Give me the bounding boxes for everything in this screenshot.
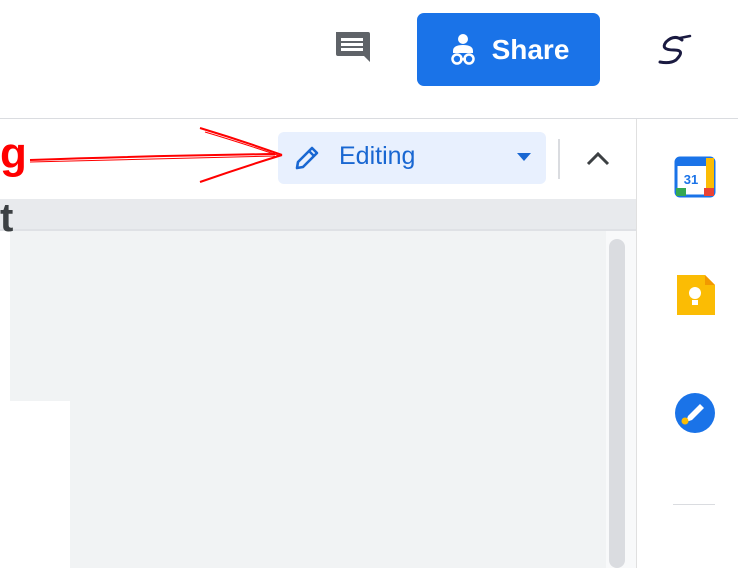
mode-switcher-button[interactable]: Editing [278, 132, 546, 184]
google-keep-icon [677, 275, 715, 315]
toolbar-divider [558, 139, 560, 179]
scrollbar-thumb[interactable] [609, 239, 625, 568]
document-canvas[interactable] [10, 231, 626, 568]
comment-icon [336, 32, 370, 62]
page-edge [10, 401, 70, 568]
annotation-arrow-icon [29, 127, 283, 183]
mode-label: Editing [339, 142, 416, 170]
annotation-secondary-text: t [0, 196, 14, 240]
ruler-bar [0, 199, 636, 229]
caret-down-icon [517, 153, 531, 161]
comments-button[interactable] [328, 26, 376, 70]
side-panel-calendar[interactable]: 31 [673, 155, 717, 199]
top-header: Share [0, 0, 738, 118]
side-panel-keep[interactable] [673, 273, 717, 317]
share-button[interactable]: Share [417, 13, 600, 86]
google-tasks-icon [675, 393, 715, 433]
people-lock-icon [450, 33, 475, 65]
calendar-date-text: 31 [684, 172, 698, 187]
side-panel-tasks[interactable] [673, 391, 717, 435]
side-panel: 31 [636, 119, 738, 568]
chevron-up-icon [586, 151, 610, 166]
share-label: Share [491, 33, 570, 65]
signature-avatar-icon [658, 34, 692, 65]
side-panel-divider [673, 504, 715, 505]
google-calendar-icon: 31 [674, 156, 716, 198]
account-avatar[interactable] [652, 30, 700, 70]
collapse-menus-button[interactable] [578, 139, 618, 179]
